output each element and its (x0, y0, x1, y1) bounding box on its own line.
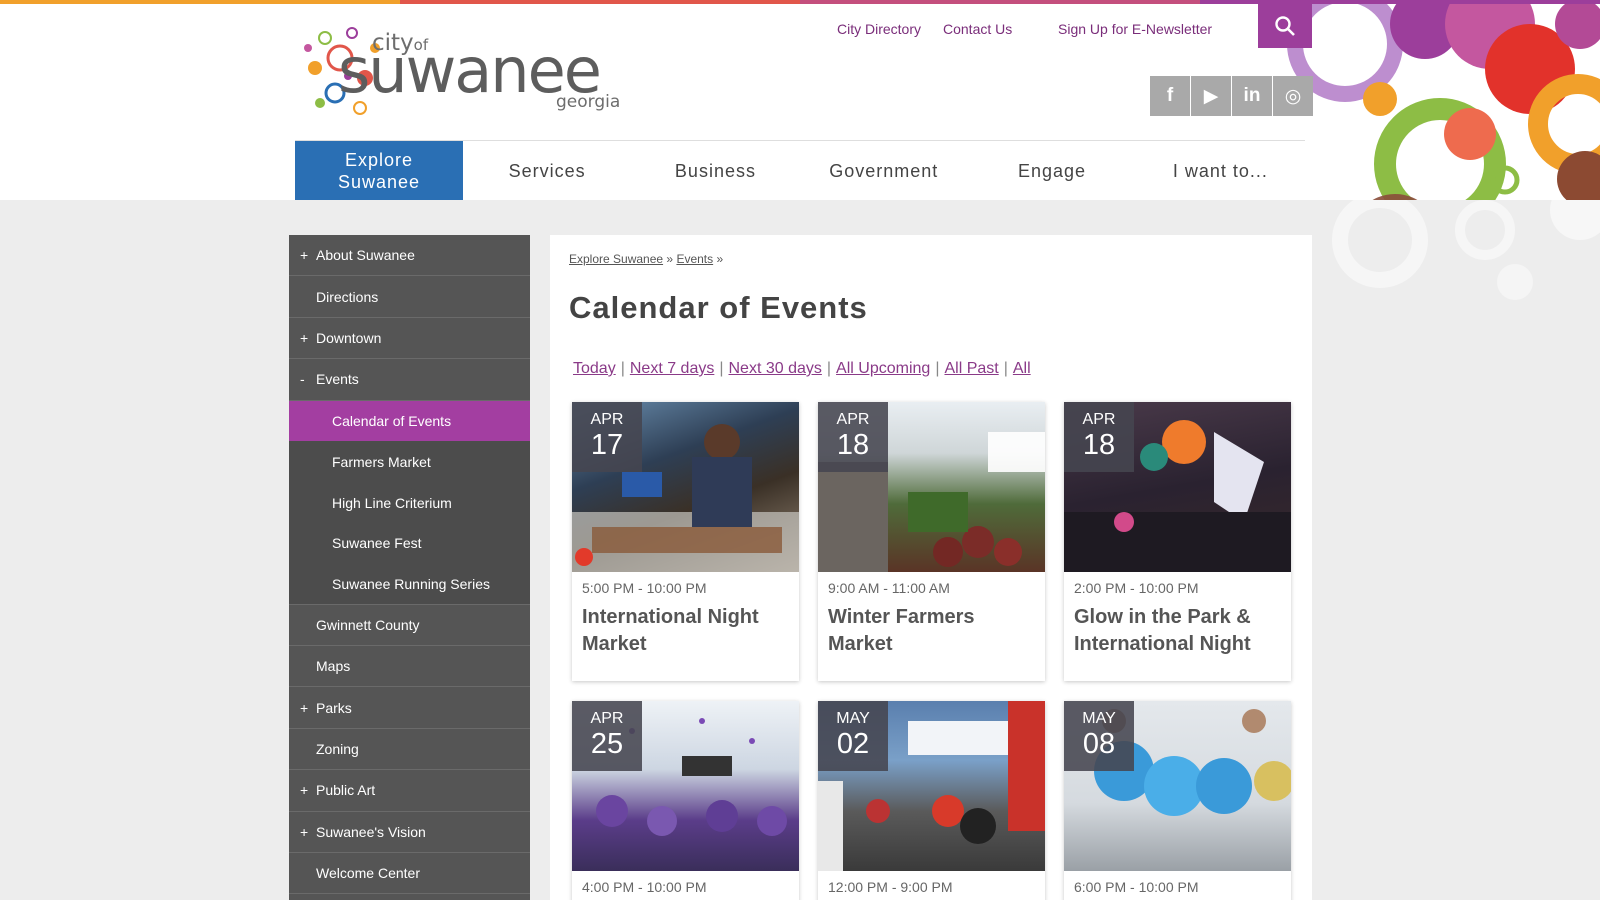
linkedin-icon[interactable]: in (1232, 76, 1272, 116)
expand-icon[interactable]: + (300, 330, 308, 346)
search-button[interactable] (1258, 4, 1312, 48)
facebook-icon[interactable]: f (1150, 76, 1190, 116)
event-time: 4:00 PM - 10:00 PM (582, 879, 707, 895)
filter-all-upcoming[interactable]: All Upcoming (836, 360, 930, 377)
sidebar-item-directions[interactable]: Directions (289, 276, 530, 318)
search-icon (1275, 16, 1295, 36)
youtube-icon[interactable]: ▶ (1191, 76, 1231, 116)
main-content: Explore Suwanee » Events » Calendar of E… (550, 235, 1312, 900)
expand-icon[interactable]: + (300, 782, 308, 798)
filter-today[interactable]: Today (573, 360, 616, 377)
breadcrumb-events[interactable]: Events (676, 252, 713, 266)
filter-next-30-days[interactable]: Next 30 days (729, 360, 822, 377)
nav-explore-suwanee[interactable]: Explore Suwanee (295, 141, 463, 200)
sidebar-item-maps[interactable]: Maps (289, 646, 530, 688)
filter-next-7-days[interactable]: Next 7 days (630, 360, 714, 377)
sidebar-item-downtown[interactable]: + Downtown (289, 318, 530, 360)
event-card[interactable]: APR 18 9:00 AM - 11:00 AM Winter Farmers … (818, 402, 1045, 681)
event-date-badge: MAY 08 (1064, 701, 1134, 771)
event-card[interactable]: APR 18 2:00 PM - 10:00 PM Glow in the Par… (1064, 402, 1291, 681)
breadcrumb-explore-suwanee[interactable]: Explore Suwanee (569, 252, 663, 266)
event-time: 2:00 PM - 10:00 PM (1074, 580, 1199, 596)
sidebar-subitem-suwanee-fest[interactable]: Suwanee Fest (289, 522, 530, 564)
instagram-icon[interactable]: ◎ (1273, 76, 1313, 116)
collapse-icon[interactable]: - (300, 371, 305, 387)
page-title: Calendar of Events (569, 290, 868, 325)
nav-engage[interactable]: Engage (968, 141, 1136, 200)
event-time: 12:00 PM - 9:00 PM (828, 879, 953, 895)
expand-icon[interactable]: + (300, 247, 308, 263)
expand-icon[interactable]: + (300, 700, 308, 716)
contact-us-link[interactable]: Contact Us (943, 21, 1012, 37)
event-date-badge: APR 18 (1064, 402, 1134, 472)
filter-all-past[interactable]: All Past (944, 360, 998, 377)
sidebar-subitem-calendar-of-events[interactable]: Calendar of Events (289, 400, 530, 442)
sidebar-item-parks[interactable]: + Parks (289, 687, 530, 729)
sidebar-item-about-suwanee[interactable]: + About Suwanee (289, 235, 530, 277)
event-time: 9:00 AM - 11:00 AM (828, 580, 950, 596)
section-sidebar: + About Suwanee Directions + Downtown - Eve… (289, 235, 530, 900)
nav-government[interactable]: Government (800, 141, 968, 200)
expand-icon[interactable]: + (300, 824, 308, 840)
main-nav: Explore Suwanee Services Business Govern… (295, 140, 1305, 200)
event-card[interactable]: MAY 02 12:00 PM - 9:00 PM (818, 701, 1045, 900)
decorative-faint-circles (1332, 200, 1600, 300)
city-directory-link[interactable]: City Directory (837, 21, 921, 37)
event-title[interactable]: Winter Farmers Market (828, 604, 1038, 658)
event-photo: APR 25 (572, 701, 799, 871)
newsletter-signup-link[interactable]: Sign Up for E-Newsletter (1058, 21, 1212, 37)
nav-i-want-to[interactable]: I want to... (1136, 141, 1304, 200)
site-header: cityof suwanee georgia City Directory Co… (0, 4, 1600, 200)
event-photo: MAY 02 (818, 701, 1045, 871)
sidebar-item-gwinnett-county[interactable]: Gwinnett County (289, 605, 530, 646)
sidebar-item-welcome-center[interactable]: Welcome Center (289, 853, 530, 895)
event-date-badge: MAY 02 (818, 701, 888, 771)
filter-all[interactable]: All (1013, 360, 1031, 377)
event-title[interactable]: Glow in the Park & International Night (1074, 604, 1284, 658)
social-links: f ▶ in ◎ (1150, 76, 1313, 116)
logo-sub-text: georgia (556, 92, 621, 112)
event-card[interactable]: MAY 08 6:00 PM - 10:00 PM (1064, 701, 1291, 900)
sidebar-subitem-high-line-criterium[interactable]: High Line Criterium (289, 482, 530, 523)
event-photo: APR 18 (818, 402, 1045, 572)
event-time: 5:00 PM - 10:00 PM (582, 580, 707, 596)
sidebar-subitem-running-series[interactable]: Suwanee Running Series (289, 563, 530, 605)
date-filter-links: Today | Next 7 days | Next 30 days | All Upcom… (573, 360, 1031, 377)
event-title[interactable]: International Night Market (582, 604, 792, 658)
event-photo: APR 18 (1064, 402, 1291, 572)
nav-services[interactable]: Services (463, 141, 631, 200)
nav-business[interactable]: Business (631, 141, 799, 200)
event-card[interactable]: APR 17 5:00 PM - 10:00 PM International N… (572, 402, 799, 681)
breadcrumb: Explore Suwanee » Events » (569, 252, 724, 266)
sidebar-subitem-farmers-market[interactable]: Farmers Market (289, 441, 530, 483)
event-card[interactable]: APR 25 4:00 PM - 10:00 PM (572, 701, 799, 900)
event-photo: MAY 08 (1064, 701, 1291, 871)
event-date-badge: APR 17 (572, 402, 642, 472)
event-date-badge: APR 18 (818, 402, 888, 472)
event-photo: APR 17 (572, 402, 799, 572)
sidebar-item-public-art[interactable]: + Public Art (289, 770, 530, 812)
event-date-badge: APR 25 (572, 701, 642, 771)
city-logo[interactable]: cityof suwanee georgia (300, 18, 630, 128)
sidebar-item-suwanees-vision[interactable]: + Suwanee's Vision (289, 812, 530, 853)
sidebar-item-zoning[interactable]: Zoning (289, 729, 530, 771)
event-time: 6:00 PM - 10:00 PM (1074, 879, 1199, 895)
sidebar-item-events[interactable]: - Events (289, 359, 530, 401)
